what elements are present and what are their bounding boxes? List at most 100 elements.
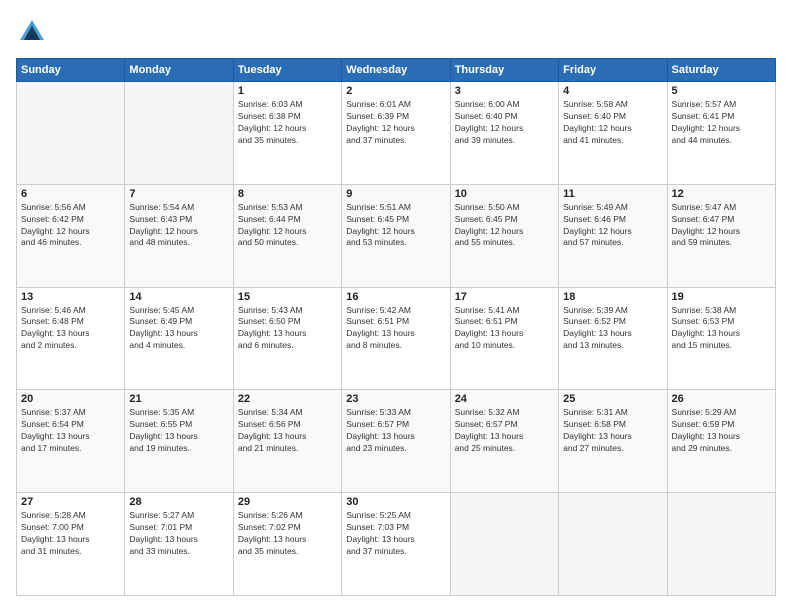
table-row: 15Sunrise: 5:43 AM Sunset: 6:50 PM Dayli… — [233, 287, 341, 390]
table-row: 6 Sunrise: 5:56 AM Sunset: 6:42 PM Daylig… — [17, 184, 125, 287]
table-row: 5 Sunrise: 5:57 AM Sunset: 6:41 PM Daylig… — [667, 82, 775, 185]
table-row: 20 Sunrise: 5:37 AM Sunset: 6:54 PM Dayli… — [17, 390, 125, 493]
day-info: Sunrise: 5:58 AM Sunset: 6:40 PM Dayligh… — [563, 99, 662, 147]
table-row: 24 Sunrise: 5:32 AM Sunset: 6:57 PM Dayli… — [450, 390, 558, 493]
day-info: Sunrise: 5:47 AM Sunset: 6:47 PM Dayligh… — [672, 202, 771, 250]
header — [16, 16, 776, 48]
day-info: Sunrise: 5:46 AM Sunset: 6:48 PM Dayligh… — [21, 305, 120, 353]
day-number: 30 — [346, 496, 445, 508]
calendar-week-row: 13Sunrise: 5:46 AM Sunset: 6:48 PM Dayli… — [17, 287, 776, 390]
table-row — [17, 82, 125, 185]
table-row: 22 Sunrise: 5:34 AM Sunset: 6:56 PM Dayli… — [233, 390, 341, 493]
day-number: 3 — [455, 85, 554, 97]
day-number: 8 — [238, 188, 337, 200]
day-number: 21 — [129, 393, 228, 405]
calendar-week-row: 6 Sunrise: 5:56 AM Sunset: 6:42 PM Daylig… — [17, 184, 776, 287]
day-number: 6 — [21, 188, 120, 200]
col-sunday: Sunday — [17, 59, 125, 82]
calendar-week-row: 20 Sunrise: 5:37 AM Sunset: 6:54 PM Dayli… — [17, 390, 776, 493]
day-info: Sunrise: 5:41 AM Sunset: 6:51 PM Dayligh… — [455, 305, 554, 353]
col-friday: Friday — [559, 59, 667, 82]
col-wednesday: Wednesday — [342, 59, 450, 82]
calendar-header-row: Sunday Monday Tuesday Wednesday Thursday… — [17, 59, 776, 82]
day-number: 10 — [455, 188, 554, 200]
day-number: 29 — [238, 496, 337, 508]
day-info: Sunrise: 5:45 AM Sunset: 6:49 PM Dayligh… — [129, 305, 228, 353]
table-row: 28 Sunrise: 5:27 AM Sunset: 7:01 PM Dayli… — [125, 493, 233, 596]
day-info: Sunrise: 5:25 AM Sunset: 7:03 PM Dayligh… — [346, 510, 445, 558]
calendar-week-row: 1 Sunrise: 6:03 AM Sunset: 6:38 PM Daylig… — [17, 82, 776, 185]
logo-icon — [16, 16, 48, 48]
day-info: Sunrise: 5:28 AM Sunset: 7:00 PM Dayligh… — [21, 510, 120, 558]
day-number: 17 — [455, 291, 554, 303]
col-tuesday: Tuesday — [233, 59, 341, 82]
day-info: Sunrise: 5:54 AM Sunset: 6:43 PM Dayligh… — [129, 202, 228, 250]
day-info: Sunrise: 5:31 AM Sunset: 6:58 PM Dayligh… — [563, 407, 662, 455]
day-number: 27 — [21, 496, 120, 508]
day-number: 26 — [672, 393, 771, 405]
table-row: 25 Sunrise: 5:31 AM Sunset: 6:58 PM Dayli… — [559, 390, 667, 493]
col-monday: Monday — [125, 59, 233, 82]
calendar-table: Sunday Monday Tuesday Wednesday Thursday… — [16, 58, 776, 596]
day-info: Sunrise: 5:39 AM Sunset: 6:52 PM Dayligh… — [563, 305, 662, 353]
day-number: 1 — [238, 85, 337, 97]
day-info: Sunrise: 5:38 AM Sunset: 6:53 PM Dayligh… — [672, 305, 771, 353]
day-number: 25 — [563, 393, 662, 405]
day-number: 9 — [346, 188, 445, 200]
day-info: Sunrise: 5:50 AM Sunset: 6:45 PM Dayligh… — [455, 202, 554, 250]
calendar-week-row: 27 Sunrise: 5:28 AM Sunset: 7:00 PM Dayli… — [17, 493, 776, 596]
day-number: 22 — [238, 393, 337, 405]
day-info: Sunrise: 5:56 AM Sunset: 6:42 PM Dayligh… — [21, 202, 120, 250]
day-info: Sunrise: 5:37 AM Sunset: 6:54 PM Dayligh… — [21, 407, 120, 455]
col-thursday: Thursday — [450, 59, 558, 82]
col-saturday: Saturday — [667, 59, 775, 82]
table-row: 30 Sunrise: 5:25 AM Sunset: 7:03 PM Dayli… — [342, 493, 450, 596]
day-number: 14 — [129, 291, 228, 303]
page: Sunday Monday Tuesday Wednesday Thursday… — [0, 0, 792, 612]
day-info: Sunrise: 5:34 AM Sunset: 6:56 PM Dayligh… — [238, 407, 337, 455]
day-number: 24 — [455, 393, 554, 405]
table-row: 21 Sunrise: 5:35 AM Sunset: 6:55 PM Dayli… — [125, 390, 233, 493]
day-number: 12 — [672, 188, 771, 200]
table-row: 14 Sunrise: 5:45 AM Sunset: 6:49 PM Dayli… — [125, 287, 233, 390]
day-info: Sunrise: 6:01 AM Sunset: 6:39 PM Dayligh… — [346, 99, 445, 147]
day-number: 4 — [563, 85, 662, 97]
table-row: 17 Sunrise: 5:41 AM Sunset: 6:51 PM Dayli… — [450, 287, 558, 390]
day-info: Sunrise: 5:57 AM Sunset: 6:41 PM Dayligh… — [672, 99, 771, 147]
table-row: 8 Sunrise: 5:53 AM Sunset: 6:44 PM Daylig… — [233, 184, 341, 287]
table-row: 13Sunrise: 5:46 AM Sunset: 6:48 PM Dayli… — [17, 287, 125, 390]
day-info: Sunrise: 6:00 AM Sunset: 6:40 PM Dayligh… — [455, 99, 554, 147]
day-info: Sunrise: 5:53 AM Sunset: 6:44 PM Dayligh… — [238, 202, 337, 250]
day-info: Sunrise: 6:03 AM Sunset: 6:38 PM Dayligh… — [238, 99, 337, 147]
table-row: 9 Sunrise: 5:51 AM Sunset: 6:45 PM Daylig… — [342, 184, 450, 287]
table-row — [125, 82, 233, 185]
day-number: 16 — [346, 291, 445, 303]
day-info: Sunrise: 5:51 AM Sunset: 6:45 PM Dayligh… — [346, 202, 445, 250]
table-row: 11Sunrise: 5:49 AM Sunset: 6:46 PM Dayli… — [559, 184, 667, 287]
day-number: 5 — [672, 85, 771, 97]
day-info: Sunrise: 5:27 AM Sunset: 7:01 PM Dayligh… — [129, 510, 228, 558]
table-row: 4 Sunrise: 5:58 AM Sunset: 6:40 PM Daylig… — [559, 82, 667, 185]
day-info: Sunrise: 5:42 AM Sunset: 6:51 PM Dayligh… — [346, 305, 445, 353]
table-row: 7 Sunrise: 5:54 AM Sunset: 6:43 PM Daylig… — [125, 184, 233, 287]
table-row: 12 Sunrise: 5:47 AM Sunset: 6:47 PM Dayli… — [667, 184, 775, 287]
day-info: Sunrise: 5:49 AM Sunset: 6:46 PM Dayligh… — [563, 202, 662, 250]
table-row: 3 Sunrise: 6:00 AM Sunset: 6:40 PM Daylig… — [450, 82, 558, 185]
day-number: 7 — [129, 188, 228, 200]
day-number: 19 — [672, 291, 771, 303]
day-info: Sunrise: 5:33 AM Sunset: 6:57 PM Dayligh… — [346, 407, 445, 455]
day-number: 23 — [346, 393, 445, 405]
day-info: Sunrise: 5:35 AM Sunset: 6:55 PM Dayligh… — [129, 407, 228, 455]
table-row: 19 Sunrise: 5:38 AM Sunset: 6:53 PM Dayli… — [667, 287, 775, 390]
day-number: 20 — [21, 393, 120, 405]
day-number: 2 — [346, 85, 445, 97]
day-number: 28 — [129, 496, 228, 508]
day-info: Sunrise: 5:43 AM Sunset: 6:50 PM Dayligh… — [238, 305, 337, 353]
table-row: 26Sunrise: 5:29 AM Sunset: 6:59 PM Dayli… — [667, 390, 775, 493]
day-number: 18 — [563, 291, 662, 303]
day-info: Sunrise: 5:32 AM Sunset: 6:57 PM Dayligh… — [455, 407, 554, 455]
table-row: 2 Sunrise: 6:01 AM Sunset: 6:39 PM Daylig… — [342, 82, 450, 185]
table-row: 23 Sunrise: 5:33 AM Sunset: 6:57 PM Dayli… — [342, 390, 450, 493]
table-row: 29Sunrise: 5:26 AM Sunset: 7:02 PM Dayli… — [233, 493, 341, 596]
table-row: 10 Sunrise: 5:50 AM Sunset: 6:45 PM Dayli… — [450, 184, 558, 287]
